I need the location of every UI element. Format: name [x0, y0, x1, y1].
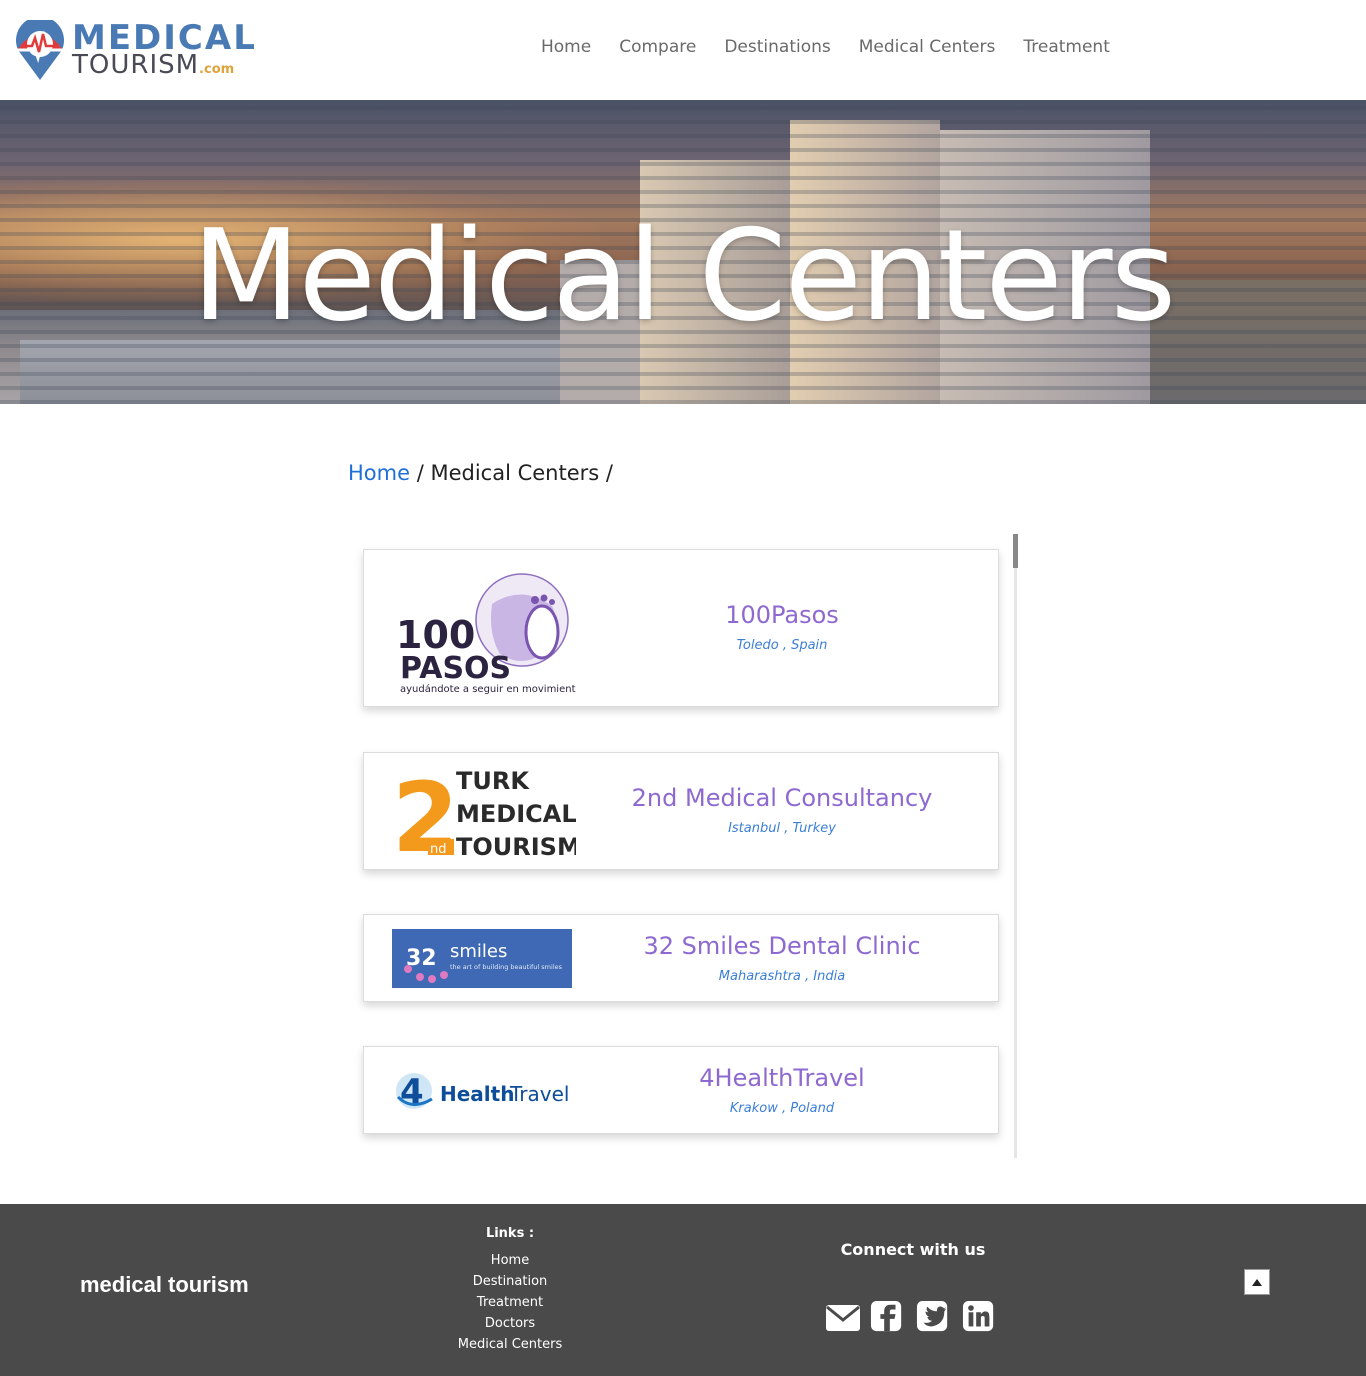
- main-nav: Home Compare Destinations Medical Center…: [527, 34, 1124, 60]
- footer-connect-title: Connect with us: [840, 1240, 986, 1259]
- center-logo-100pasos: 100 PASOS ayudándote a seguir en movimie…: [396, 573, 576, 694]
- nav-compare[interactable]: Compare: [605, 34, 710, 60]
- center-info: 32 Smiles Dental Clinic Maharashtra , In…: [600, 931, 964, 987]
- site-header: MEDICAL TOURISM.com Home Compare Destina…: [0, 0, 1366, 100]
- logo-suffix: .com: [199, 62, 235, 77]
- footer-link-destination[interactable]: Destination: [430, 1271, 590, 1292]
- center-card[interactable]: 32 smiles the art of building beautiful …: [363, 914, 999, 1002]
- nav-destinations[interactable]: Destinations: [710, 34, 844, 60]
- social-links: [824, 1300, 998, 1336]
- center-info: 4HealthTravel Krakow , Poland: [600, 1063, 964, 1119]
- logo-word-tourism: TOURISM.com: [72, 50, 234, 85]
- center-logo-32smiles: 32 smiles the art of building beautiful …: [392, 929, 572, 988]
- logo-text: TOURISM: [456, 833, 576, 859]
- facebook-icon[interactable]: [870, 1300, 906, 1336]
- logo-word: Travel: [509, 1082, 569, 1106]
- footer-link-doctors[interactable]: Doctors: [430, 1313, 590, 1334]
- site-logo[interactable]: MEDICAL TOURISM.com: [12, 18, 282, 84]
- nav-medical-centers[interactable]: Medical Centers: [845, 34, 1010, 60]
- list-scrollbar-track[interactable]: [1014, 534, 1017, 1158]
- center-card[interactable]: 4 Health Travel 4HealthTravel Krakow , P…: [363, 1046, 999, 1134]
- site-footer: medical tourism Links : Home Destination…: [0, 1204, 1366, 1376]
- logo-word: smiles: [450, 941, 507, 962]
- center-location: Istanbul , Turkey: [728, 821, 836, 836]
- footer-links-title: Links :: [485, 1226, 535, 1241]
- logo-text: MEDICAL: [456, 800, 576, 828]
- logo-sup: nd: [430, 842, 447, 857]
- logo-word-tourism-text: TOURISM: [72, 50, 200, 80]
- center-location: Maharashtra , India: [718, 969, 846, 984]
- center-card[interactable]: 100 PASOS ayudándote a seguir en movimie…: [363, 549, 999, 707]
- list-scrollbar-thumb[interactable]: [1013, 534, 1018, 568]
- hero-banner: Medical Centers: [0, 100, 1366, 404]
- logo-tagline: ayudándote a seguir en movimiento: [400, 683, 576, 694]
- footer-link-treatment[interactable]: Treatment: [430, 1292, 590, 1313]
- hero-title: Medical Centers: [191, 202, 1177, 349]
- medical-centers-list[interactable]: 100 PASOS ayudándote a seguir en movimie…: [348, 534, 1018, 1158]
- logo-text: PASOS: [400, 651, 511, 686]
- heartbeat-pin-icon: [16, 20, 64, 80]
- center-location: Krakow , Poland: [729, 1101, 835, 1116]
- logo-tagline: the art of building beautiful smiles: [450, 963, 563, 971]
- linkedin-icon[interactable]: [962, 1300, 998, 1336]
- twitter-icon[interactable]: [916, 1300, 952, 1336]
- center-logo-2nd: 2 nd TURK MEDICAL TOURISM: [392, 765, 576, 859]
- footer-link-home[interactable]: Home: [430, 1250, 590, 1271]
- logo-digit: 4: [400, 1072, 424, 1112]
- footer-link-medical-centers[interactable]: Medical Centers: [430, 1334, 590, 1355]
- footer-links: Links : Home Destination Treatment Docto…: [430, 1224, 590, 1355]
- center-card[interactable]: 2 nd TURK MEDICAL TOURISM 2nd Medical Co…: [363, 752, 999, 870]
- logo-word: Health: [440, 1082, 514, 1106]
- center-logo-4healthtravel: 4 Health Travel: [396, 1072, 569, 1112]
- breadcrumb: Home / Medical Centers /: [348, 458, 613, 488]
- footer-brand: medical tourism: [80, 1272, 249, 1297]
- back-to-top-button[interactable]: [1244, 1269, 1270, 1295]
- center-name[interactable]: 2nd Medical Consultancy: [600, 783, 964, 813]
- center-info: 2nd Medical Consultancy Istanbul , Turke…: [600, 783, 964, 839]
- breadcrumb-separator: /: [599, 461, 613, 485]
- logo-number: 32: [406, 946, 437, 971]
- envelope-icon[interactable]: [824, 1300, 860, 1336]
- logo-text: TURK: [456, 767, 530, 795]
- center-name[interactable]: 100Pasos: [600, 600, 964, 630]
- nav-home[interactable]: Home: [527, 34, 605, 60]
- breadcrumb-current: Medical Centers: [430, 461, 600, 485]
- center-location: Toledo , Spain: [736, 638, 828, 653]
- breadcrumb-separator: /: [410, 461, 431, 485]
- nav-treatment[interactable]: Treatment: [1009, 34, 1124, 60]
- caret-up-icon: [1252, 1278, 1262, 1286]
- center-name[interactable]: 4HealthTravel: [600, 1063, 964, 1093]
- breadcrumb-home[interactable]: Home: [348, 461, 410, 485]
- center-name[interactable]: 32 Smiles Dental Clinic: [600, 931, 964, 961]
- center-info: 100Pasos Toledo , Spain: [600, 600, 964, 656]
